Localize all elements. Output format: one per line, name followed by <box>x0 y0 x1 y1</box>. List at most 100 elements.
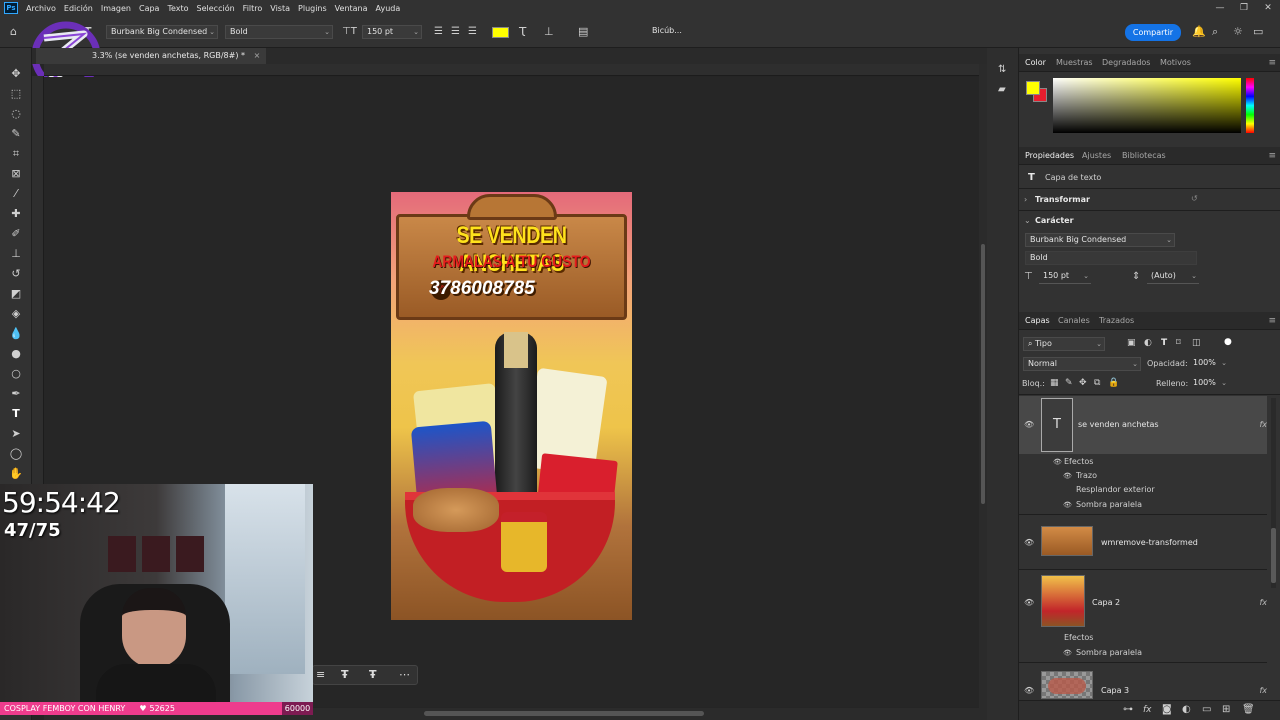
lightbulb-icon[interactable]: ☼ <box>1233 25 1243 39</box>
tab-bibliotecas[interactable]: Bibliotecas <box>1122 147 1166 165</box>
scroll-thumb[interactable] <box>1271 528 1276 583</box>
layer-row-capa-3[interactable]: 👁 Capa 3 fx <box>1019 666 1267 700</box>
eye-icon[interactable]: 👁 <box>1063 501 1072 509</box>
menu-ventana[interactable]: Ventana <box>331 4 372 13</box>
eyedropper-tool-icon[interactable]: ⁄ <box>7 186 25 202</box>
tab-muestras[interactable]: Muestras <box>1056 54 1093 72</box>
chevron-down-icon[interactable]: ⌄ <box>1024 216 1031 225</box>
panel-menu-icon[interactable]: ≡ <box>1268 312 1276 330</box>
document-tab[interactable]: 3.3% (se venden anchetas, RGB/8#) * × <box>36 48 267 64</box>
tab-capas[interactable]: Capas <box>1025 312 1050 330</box>
lock-artboard-icon[interactable]: ⧉ <box>1094 378 1100 388</box>
properties-font-family-select[interactable]: Burbank Big Condensed ⌄ <box>1025 233 1175 247</box>
menu-vista[interactable]: Vista <box>266 4 294 13</box>
move-tool-icon[interactable]: ✥ <box>7 66 25 82</box>
character-section-label[interactable]: Carácter <box>1035 216 1074 225</box>
hand-tool-icon[interactable]: ✋ <box>7 466 25 482</box>
font-style-select[interactable]: Bold ⌄ <box>225 25 333 39</box>
menu-ayuda[interactable]: Ayuda <box>372 4 405 13</box>
layer-row-wmremove[interactable]: 👁 wmremove-transformed <box>1019 518 1267 568</box>
color-picker-field[interactable] <box>1053 78 1241 133</box>
tab-motivos[interactable]: Motivos <box>1160 54 1191 72</box>
panel-icon[interactable]: ≡ <box>316 668 325 681</box>
menu-plugins[interactable]: Plugins <box>294 4 331 13</box>
crop-tool-icon[interactable]: ⌗ <box>7 146 25 162</box>
effect-drop-shadow[interactable]: Sombra paralela <box>1076 648 1142 657</box>
effects-label[interactable]: Efectos <box>1064 633 1093 642</box>
align-left-icon[interactable]: ☰ <box>434 25 443 39</box>
hue-slider[interactable] <box>1246 78 1254 133</box>
font-size-select[interactable]: 150 pt ⌄ <box>362 25 422 39</box>
scroll-thumb[interactable] <box>981 244 985 504</box>
menu-filtro[interactable]: Filtro <box>239 4 267 13</box>
history-brush-tool-icon[interactable]: ↺ <box>7 266 25 282</box>
layer-row-text[interactable]: 👁 T se venden anchetas fx <box>1019 396 1267 454</box>
toggle-character-panel-icon[interactable]: ⊥ <box>544 25 554 39</box>
menu-edicion[interactable]: Edición <box>60 4 97 13</box>
fx-icon[interactable]: fx <box>1259 598 1267 607</box>
close-tab-icon[interactable]: × <box>254 51 261 60</box>
fx-icon[interactable]: fx <box>1259 686 1267 695</box>
home-icon[interactable]: ⌂ <box>10 25 17 39</box>
tab-color[interactable]: Color <box>1025 54 1046 72</box>
fill-field[interactable]: 100% ⌄ <box>1189 377 1229 391</box>
workspace-icon[interactable]: ▭ <box>1253 25 1263 39</box>
reset-icon[interactable]: ↺ <box>1191 194 1198 203</box>
path-select-tool-icon[interactable]: ➤ <box>7 426 25 442</box>
eraser-tool-icon[interactable]: ◩ <box>7 286 25 302</box>
add-mask-icon[interactable]: ◙ <box>1162 704 1172 715</box>
search-icon[interactable]: ⌕ <box>1212 25 1218 39</box>
eye-icon[interactable]: 👁 <box>1024 598 1034 607</box>
stamp-tool-icon[interactable]: ⊥ <box>7 246 25 262</box>
blend-mode-select[interactable]: Normal ⌄ <box>1023 357 1141 371</box>
eye-icon[interactable]: 👁 <box>1024 538 1034 547</box>
filter-pixel-icon[interactable]: ▣ <box>1127 338 1136 348</box>
vertical-scrollbar[interactable] <box>979 64 987 720</box>
add-style-icon[interactable]: fx <box>1143 705 1152 715</box>
warp-text-icon[interactable]: Ꚍ <box>519 25 526 39</box>
history-icon[interactable]: ⇅ <box>998 64 1006 75</box>
effect-outer-glow[interactable]: Resplandor exterior <box>1076 485 1155 494</box>
scroll-thumb[interactable] <box>424 711 704 716</box>
layer-name[interactable]: Capa 2 <box>1092 598 1120 607</box>
chevron-right-icon[interactable]: › <box>1024 195 1027 204</box>
menu-seleccion[interactable]: Selección <box>193 4 239 13</box>
transform-section-label[interactable]: Transformar <box>1035 195 1090 204</box>
properties-leading-field[interactable]: (Auto) ⌄ <box>1147 270 1199 284</box>
delete-layer-icon[interactable]: 🗑 <box>1242 704 1255 715</box>
align-right-icon[interactable]: ☰ <box>468 25 477 39</box>
layer-name[interactable]: wmremove-transformed <box>1101 538 1198 547</box>
filter-smart-object-icon[interactable]: ◫ <box>1192 338 1201 348</box>
text-warp-icon[interactable]: Ŧ <box>369 668 377 681</box>
close-window-button[interactable]: ✕ <box>1256 0 1280 16</box>
ellipse-tool-icon[interactable]: ◯ <box>7 446 25 462</box>
layer-name[interactable]: Capa 3 <box>1101 686 1129 695</box>
filter-shape-icon[interactable]: ⌑ <box>1176 338 1181 348</box>
paint-bucket-tool-icon[interactable]: ◈ <box>7 306 25 322</box>
layer-row-capa-2[interactable]: 👁 Capa 2 fx <box>1019 572 1267 632</box>
new-layer-icon[interactable]: ⊞ <box>1222 704 1230 715</box>
filter-toggle-icon[interactable]: ● <box>1224 337 1232 347</box>
panel-menu-icon[interactable]: ≡ <box>1268 147 1276 165</box>
align-center-icon[interactable]: ☰ <box>451 25 460 39</box>
lock-image-icon[interactable]: ✎ <box>1065 378 1073 388</box>
filter-type-icon[interactable]: T <box>1161 338 1167 348</box>
antialias-select[interactable]: Bicúb... <box>648 25 686 39</box>
tab-degradados[interactable]: Degradados <box>1102 54 1150 72</box>
layer-filter-select[interactable]: ⌕ Tipo ⌄ <box>1023 337 1105 351</box>
tab-trazados[interactable]: Trazados <box>1099 312 1134 330</box>
text-options-icon[interactable]: Ŧ <box>341 668 349 681</box>
tab-canales[interactable]: Canales <box>1058 312 1090 330</box>
effect-stroke[interactable]: Trazo <box>1076 471 1097 480</box>
bell-icon[interactable]: 🔔 <box>1192 25 1206 39</box>
minimize-button[interactable]: — <box>1208 0 1232 16</box>
frame-tool-icon[interactable]: ⊠ <box>7 166 25 182</box>
eye-icon[interactable]: 👁 <box>1024 686 1034 695</box>
document-canvas[interactable]: SE VENDEN ANCHETAS ARMALAS A TU GUSTO ✆ … <box>391 192 632 620</box>
quick-select-tool-icon[interactable]: ✎ <box>7 126 25 142</box>
panel-menu-icon[interactable]: ≡ <box>1268 54 1276 72</box>
brush-tool-icon[interactable]: ✐ <box>7 226 25 242</box>
opacity-field[interactable]: 100% ⌄ <box>1189 357 1229 371</box>
blur-tool-icon[interactable]: 💧 <box>7 326 25 342</box>
3d-icon[interactable]: ▤ <box>578 25 588 39</box>
